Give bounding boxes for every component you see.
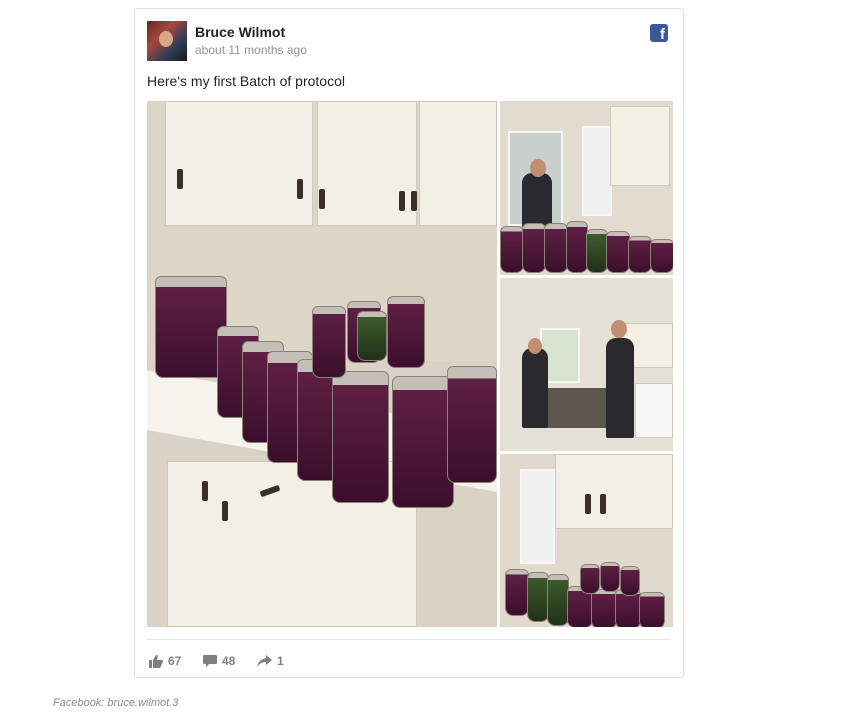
post-text: Here's my first Batch of protocol [147, 73, 345, 89]
like-icon [149, 654, 163, 668]
facebook-icon[interactable]: f [650, 24, 668, 42]
facebook-post-card: Bruce Wilmot about 11 months ago f Here'… [134, 8, 684, 678]
image-caption: Facebook: bruce.wilmot.3 [53, 697, 179, 709]
like-count: 67 [168, 654, 182, 668]
share-stat[interactable]: 1 [257, 654, 284, 668]
photo-two-men-kitchen[interactable] [500, 278, 673, 451]
comment-stat[interactable]: 48 [203, 654, 235, 668]
photo-jars-counter[interactable] [147, 101, 497, 627]
comment-icon [203, 654, 217, 667]
photo-jars-floor[interactable] [500, 454, 673, 627]
comment-count: 48 [222, 654, 236, 668]
share-count: 1 [277, 654, 284, 668]
photo-man-door[interactable] [500, 101, 673, 275]
share-icon [257, 655, 272, 667]
divider [147, 639, 671, 640]
author-name[interactable]: Bruce Wilmot [195, 24, 285, 40]
avatar[interactable] [147, 21, 187, 61]
like-stat[interactable]: 67 [149, 654, 181, 668]
post-timestamp[interactable]: about 11 months ago [195, 43, 307, 57]
